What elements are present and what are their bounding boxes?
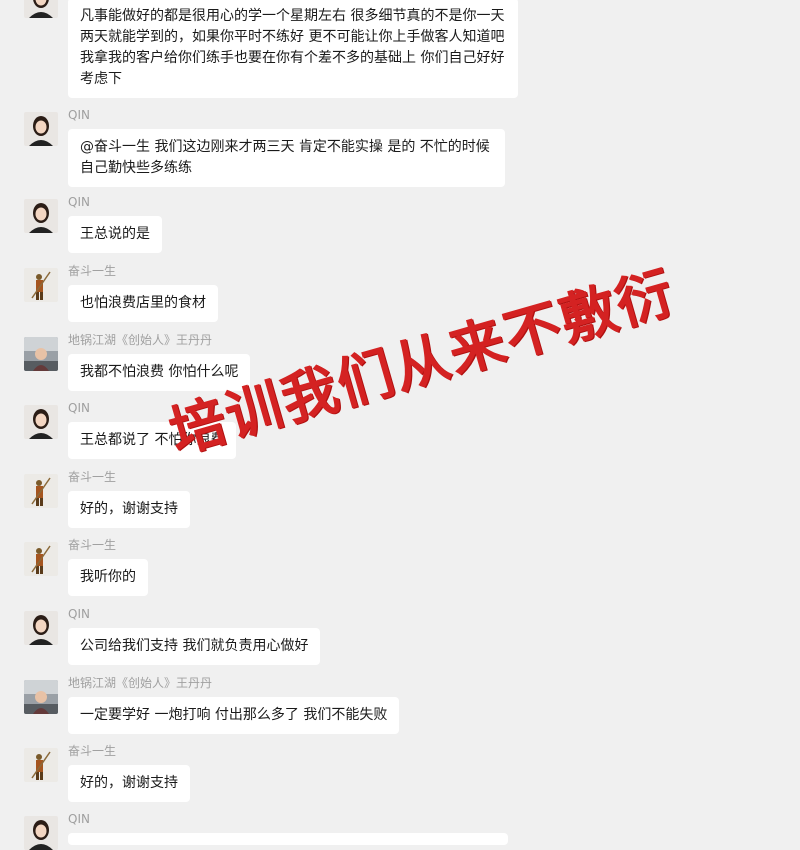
avatar-qin-icon[interactable] [24, 112, 58, 146]
sender-name: QIN [68, 812, 90, 826]
avatar-qin-icon[interactable] [24, 816, 58, 850]
sender-name: QIN [68, 108, 90, 122]
sender-name: QIN [68, 195, 90, 209]
avatar-monkey-king-icon[interactable] [24, 748, 58, 782]
message-bubble[interactable]: 王总说的是 [68, 216, 162, 253]
message-bubble[interactable]: @奋斗一生 我们这边刚来才两三天 肯定不能实操 是的 不忙的时候自己勤快些多练练 [68, 129, 505, 187]
chat-message-list[interactable]: 凡事能做好的都是很用心的学一个星期左右 很多细节真的不是你一天两天就能学到的，如… [0, 0, 800, 850]
message-bubble[interactable]: 公司给我们支持 我们就负责用心做好 [68, 628, 321, 665]
sender-name: 奋斗一生 [68, 264, 117, 278]
sender-name: 地锅江湖《创始人》王丹丹 [68, 333, 213, 347]
avatar-qin-icon[interactable] [24, 611, 58, 645]
sender-name: QIN [68, 607, 90, 621]
sender-name: 地锅江湖《创始人》王丹丹 [68, 676, 213, 690]
message-bubble[interactable] [68, 833, 508, 845]
avatar-monkey-king-icon[interactable] [24, 268, 58, 302]
message-bubble[interactable]: 好的，谢谢支持 [68, 491, 190, 528]
message-bubble[interactable]: 好的，谢谢支持 [68, 765, 190, 802]
avatar-monkey-king-icon[interactable] [24, 542, 58, 576]
sender-name: QIN [68, 401, 90, 415]
avatar-car-icon[interactable] [24, 337, 58, 371]
message-bubble[interactable]: 我听你的 [68, 559, 148, 596]
message-bubble[interactable]: 一定要学好 一炮打响 付出那么多了 我们不能失败 [68, 697, 400, 734]
avatar-qin-icon[interactable] [24, 199, 58, 233]
avatar-qin-icon[interactable] [24, 405, 58, 439]
sender-name: 奋斗一生 [68, 744, 117, 758]
message-bubble[interactable]: 凡事能做好的都是很用心的学一个星期左右 很多细节真的不是你一天两天就能学到的，如… [68, 0, 518, 98]
avatar-qin-icon[interactable] [24, 0, 58, 18]
avatar-car-icon[interactable] [24, 680, 58, 714]
avatar-monkey-king-icon[interactable] [24, 474, 58, 508]
sender-name: 奋斗一生 [68, 538, 117, 552]
message-bubble[interactable]: 也怕浪费店里的食材 [68, 285, 218, 322]
sender-name: 奋斗一生 [68, 470, 117, 484]
